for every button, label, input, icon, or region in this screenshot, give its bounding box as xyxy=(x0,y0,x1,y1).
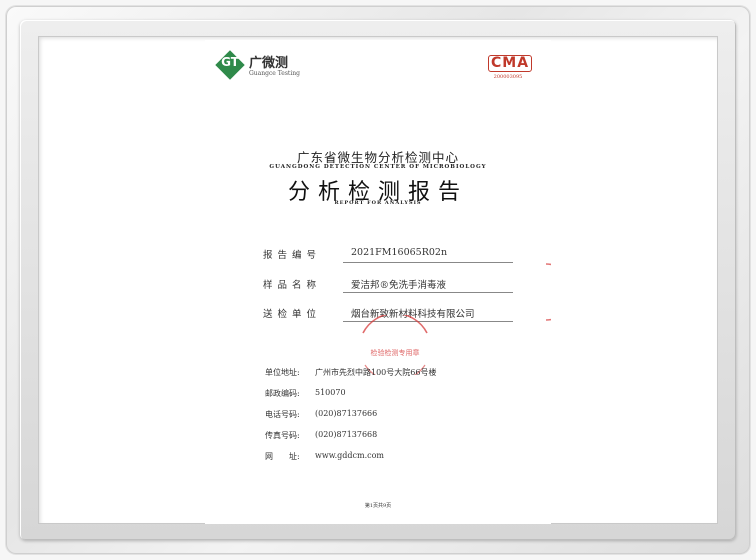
cma-logo: CMA 200003095 xyxy=(488,52,533,82)
logo-mark-text: GT xyxy=(221,55,239,69)
contact-value: (020)87137668 xyxy=(315,430,378,439)
contact-label: 网 址: xyxy=(265,452,300,461)
contact-value: 510070 xyxy=(315,388,346,397)
org-name-en: GUANGDONG DETECTION CENTER OF MICROBIOLO… xyxy=(269,164,487,170)
side-seal-fragment xyxy=(545,263,551,321)
contact-label: 邮政编码: xyxy=(265,389,300,398)
cma-mark: CMA xyxy=(488,55,533,72)
contact-label: 单位地址: xyxy=(265,368,300,377)
contact-label: 传真号码: xyxy=(265,431,300,440)
field-underline xyxy=(343,292,513,293)
contact-value: 广州市先烈中路100号大院66号楼 xyxy=(315,368,437,377)
contact-value: www.gddcm.com xyxy=(315,451,384,460)
report-title-en: REPORT FOR ANALYSIS xyxy=(334,200,422,206)
contact-value: (020)87137666 xyxy=(315,409,378,418)
field-label: 送检单位 xyxy=(263,309,322,320)
report-cover-page: GT 广微测 Guangce Testing CMA 200003095 广东省… xyxy=(205,40,551,524)
contact-label: 电话号码: xyxy=(265,410,300,419)
field-label: 报告编号 xyxy=(263,250,322,261)
field-label: 样品名称 xyxy=(263,280,322,291)
seal-text: 检验检测专用章 xyxy=(371,348,420,357)
field-value: 2021FM16065R02n xyxy=(351,247,448,258)
cma-number: 200003095 xyxy=(493,74,523,80)
logo-cn: 广微测 xyxy=(249,56,289,71)
official-seal: 检验检测专用章 xyxy=(362,315,428,375)
page-number: 第1页共9页 xyxy=(364,503,392,509)
logo-en: Guangce Testing xyxy=(249,70,300,77)
field-underline xyxy=(343,262,513,263)
field-value: 爱洁邦®免洗手消毒液 xyxy=(351,280,447,291)
